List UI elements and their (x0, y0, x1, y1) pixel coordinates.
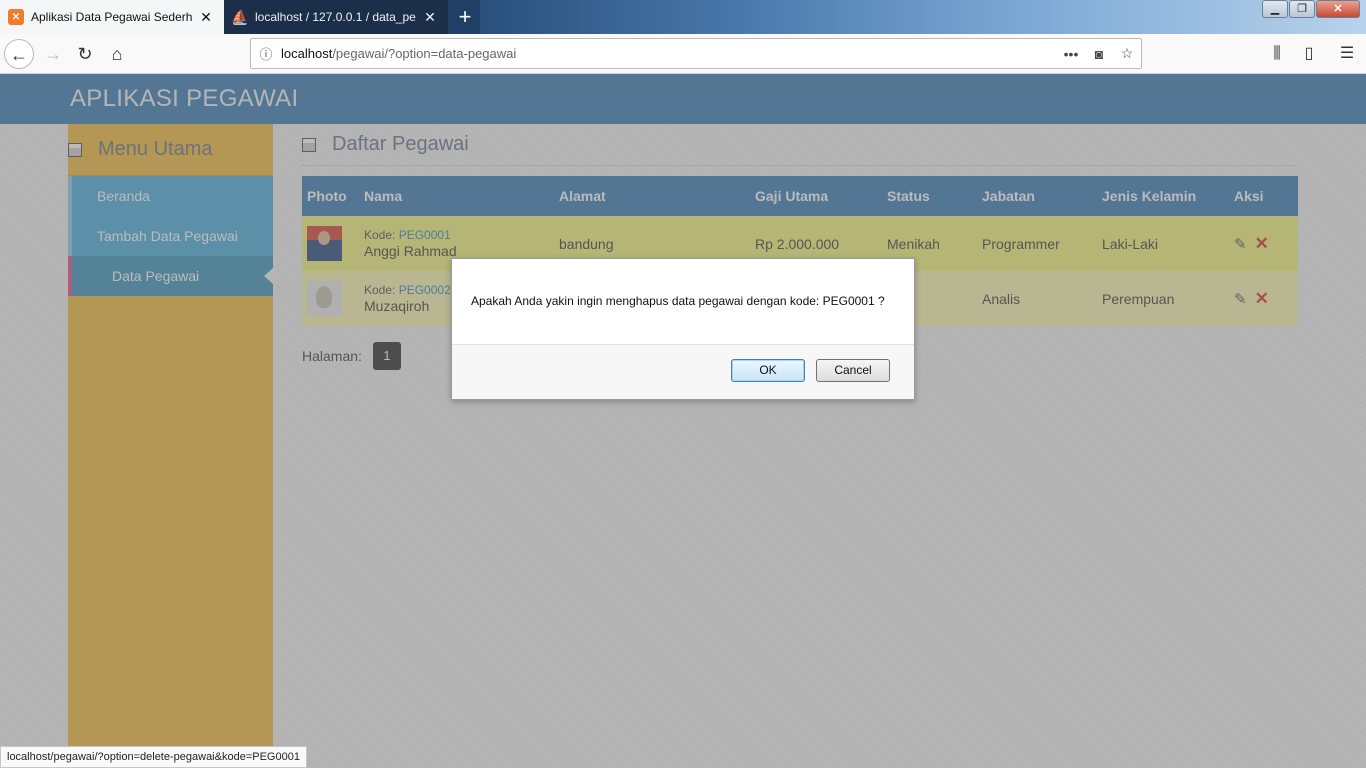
modal-overlay (0, 74, 1366, 768)
reload-button[interactable]: ↻ (70, 39, 100, 69)
close-icon[interactable]: ✕ (422, 9, 438, 25)
tab-title: localhost / 127.0.0.1 / data_pegawai (255, 10, 416, 24)
url-host: localhost (281, 46, 333, 61)
close-icon[interactable]: ✕ (198, 9, 214, 25)
url-bar[interactable]: ⓘ localhost/pegawai/?option=data-pegawai… (250, 38, 1142, 69)
page-actions-icon[interactable]: ••• (1057, 46, 1085, 62)
url-text[interactable]: localhost/pegawai/?option=data-pegawai (281, 46, 1057, 61)
menu-icon[interactable]: ☰ (1332, 39, 1362, 69)
dialog-message: Apakah Anda yakin ingin menghapus data p… (452, 259, 914, 345)
forward-button[interactable]: → (38, 39, 68, 69)
window-close-button[interactable]: ✕ (1316, 0, 1360, 18)
info-icon[interactable]: ⓘ (251, 44, 281, 63)
confirm-dialog: Apakah Anda yakin ingin menghapus data p… (451, 258, 915, 400)
cancel-button[interactable]: Cancel (816, 359, 890, 382)
home-button[interactable]: ⌂ (102, 39, 132, 69)
window-controls: ▁ ❐ ✕ (1261, 0, 1360, 18)
back-button[interactable]: ← (4, 39, 34, 69)
maximize-button[interactable]: ❐ (1289, 0, 1315, 18)
library-icon[interactable]: ⫼ (1262, 39, 1292, 69)
browser-tab-bar: ✕ Aplikasi Data Pegawai Sederhana ✕ ⛵ lo… (0, 0, 1366, 34)
tab-phpmyadmin[interactable]: ⛵ localhost / 127.0.0.1 / data_pegawai ✕ (224, 0, 448, 34)
tab-aplikasi[interactable]: ✕ Aplikasi Data Pegawai Sederhana ✕ (0, 0, 224, 34)
dialog-button-bar: OK Cancel (452, 345, 914, 399)
ok-button[interactable]: OK (731, 359, 805, 382)
navigation-toolbar: ← → ↻ ⌂ ⓘ localhost/pegawai/?option=data… (0, 34, 1366, 74)
status-bar-url: localhost/pegawai/?option=delete-pegawai… (0, 746, 307, 768)
sidebar-toggle-icon[interactable]: ▯ (1294, 39, 1324, 69)
new-tab-button[interactable]: + (452, 4, 478, 30)
bookmark-star-icon[interactable]: ☆ (1113, 45, 1141, 62)
xampp-icon: ✕ (8, 9, 24, 25)
minimize-button[interactable]: ▁ (1262, 0, 1288, 18)
url-path: /pegawai/?option=data-pegawai (332, 46, 517, 61)
tabbar-background (480, 0, 1366, 34)
phpmyadmin-icon: ⛵ (231, 8, 249, 25)
tab-title: Aplikasi Data Pegawai Sederhana (31, 10, 192, 24)
pocket-icon[interactable]: ◙ (1085, 46, 1113, 62)
